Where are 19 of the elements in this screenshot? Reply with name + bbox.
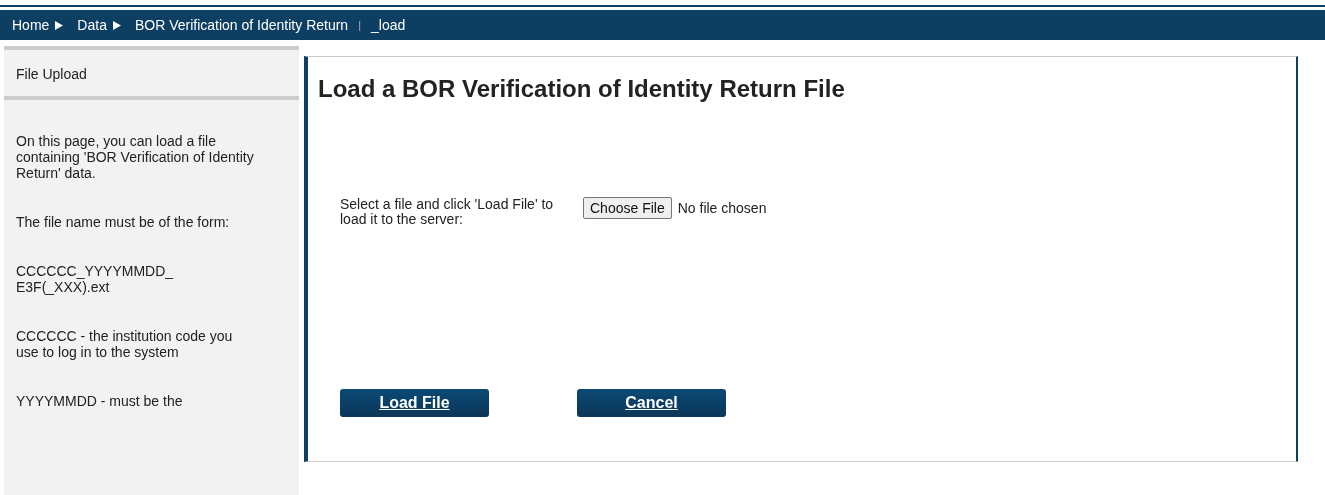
- help-text: YYYYMMDD - must be the: [15, 393, 184, 409]
- help-text: On this page, you can load a file containing 'BOR Verification of Identity Return' data.: [15, 133, 255, 181]
- action-button[interactable]: Cancel: [577, 389, 726, 417]
- breadcrumb-separator: |: [358, 19, 361, 31]
- triangle-right-icon: [112, 20, 121, 30]
- action-button[interactable]: Load File: [340, 389, 489, 417]
- breadcrumb-suffix: _load: [371, 17, 406, 33]
- page-title: Load a BOR Verification of Identity Return File: [318, 75, 846, 103]
- field-label: Select a file and click 'Load File' to load it to the server:: [340, 197, 555, 227]
- help-text: CCCCCC_YYYYMMDD_ E3F(_XXX).ext: [15, 263, 175, 295]
- choose-file-button[interactable]: Choose File: [583, 197, 672, 219]
- sidebar-title: File Upload: [4, 46, 299, 100]
- file-status: No file chosen: [677, 200, 767, 216]
- triangle-right-icon: [55, 20, 64, 30]
- breadcrumb-link[interactable]: Data: [77, 17, 107, 33]
- breadcrumb-current: BOR Verification of Identity Return: [134, 17, 349, 33]
- breadcrumb-link[interactable]: Home: [12, 17, 50, 33]
- help-text: The file name must be of the form:: [15, 214, 231, 230]
- help-text: CCCCCC - the institution code you use to log in to the system: [15, 328, 234, 360]
